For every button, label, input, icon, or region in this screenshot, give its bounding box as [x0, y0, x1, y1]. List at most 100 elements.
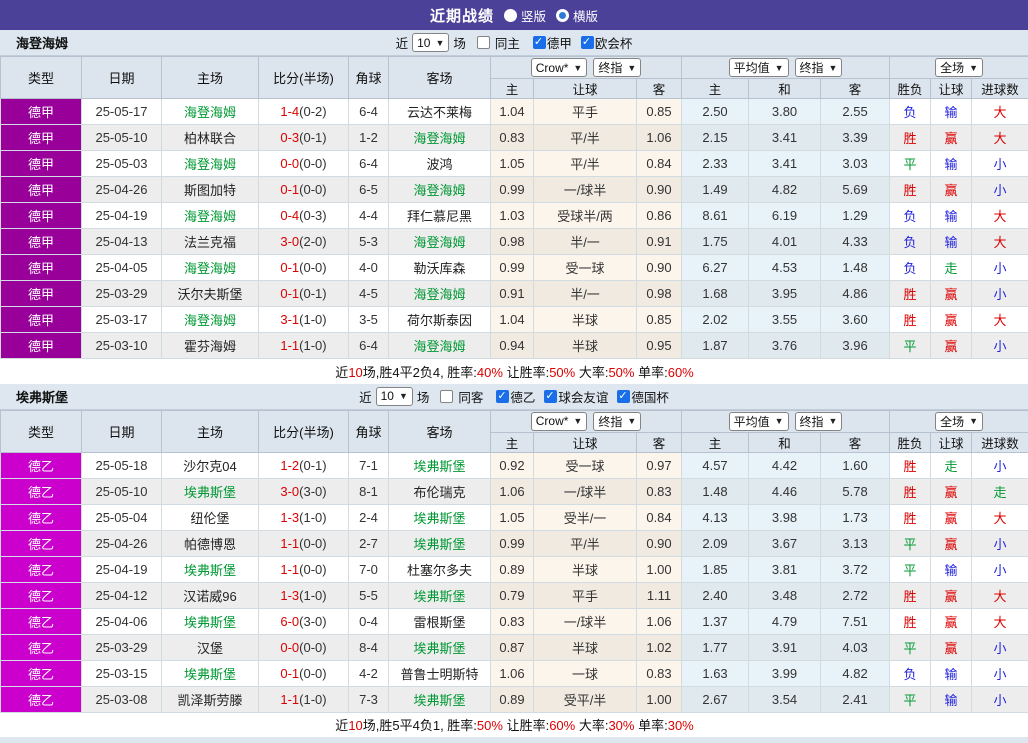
fulltime-score: 0-1: [280, 260, 299, 275]
handicap-line: 一球: [534, 660, 637, 686]
avg-draw: 3.55: [749, 307, 821, 333]
same-venue-checkbox[interactable]: [440, 390, 453, 403]
home-team-link[interactable]: 法兰克福: [162, 229, 259, 255]
avg-home: 1.85: [682, 556, 749, 582]
sub-col-odds-home: 主: [491, 432, 534, 452]
score-cell: 3-1(1-0): [259, 307, 349, 333]
fulltime-select[interactable]: 全场▼: [935, 58, 983, 77]
result-handicap: 赢: [931, 582, 972, 608]
home-team-link[interactable]: 海登海姆: [162, 151, 259, 177]
home-team-link[interactable]: 埃弗斯堡: [162, 608, 259, 634]
away-team-link[interactable]: 勒沃库森: [389, 255, 491, 281]
average-time-select[interactable]: 终指▼: [795, 58, 843, 77]
avg-draw: 4.82: [749, 177, 821, 203]
radio-horizontal-icon[interactable]: [556, 9, 569, 22]
league-checkbox[interactable]: [533, 36, 546, 49]
radio-vertical-icon[interactable]: [504, 9, 517, 22]
away-team-link[interactable]: 杜塞尔多夫: [389, 556, 491, 582]
away-team-link[interactable]: 云达不莱梅: [389, 99, 491, 125]
col-corner: 角球: [349, 57, 389, 99]
result-win-draw-loss: 胜: [890, 582, 931, 608]
home-team-link[interactable]: 埃弗斯堡: [162, 556, 259, 582]
away-team-link[interactable]: 埃弗斯堡: [389, 582, 491, 608]
away-team-link[interactable]: 荷尔斯泰因: [389, 307, 491, 333]
corner-score: 4-0: [349, 255, 389, 281]
away-team-link[interactable]: 埃弗斯堡: [389, 634, 491, 660]
handicap-line: 平/半: [534, 530, 637, 556]
radio-vertical-option[interactable]: 竖版: [504, 6, 546, 25]
home-team-link[interactable]: 海登海姆: [162, 307, 259, 333]
odds-away: 0.83: [637, 478, 682, 504]
match-date: 25-05-10: [82, 125, 162, 151]
home-team-link[interactable]: 斯图加特: [162, 177, 259, 203]
odds-home: 0.79: [491, 582, 534, 608]
same-venue-checkbox[interactable]: [477, 36, 490, 49]
home-team-link[interactable]: 沃尔夫斯堡: [162, 281, 259, 307]
away-team-link[interactable]: 波鸿: [389, 151, 491, 177]
odds-home: 0.94: [491, 333, 534, 359]
away-team-link[interactable]: 海登海姆: [389, 177, 491, 203]
away-team-link[interactable]: 雷根斯堡: [389, 608, 491, 634]
sub-col-avg-away: 客: [821, 432, 890, 452]
away-team-link[interactable]: 布伦瑞克: [389, 478, 491, 504]
home-team-link[interactable]: 纽伦堡: [162, 504, 259, 530]
result-goals: 小: [972, 151, 1028, 177]
result-goals: 走: [972, 478, 1028, 504]
result-handicap: 赢: [931, 530, 972, 556]
bookmaker-select[interactable]: Crow*▼: [531, 58, 588, 77]
league-checkbox[interactable]: [617, 390, 630, 403]
match-count-select[interactable]: 10 ▼: [412, 33, 449, 52]
home-team-link[interactable]: 凯泽斯劳滕: [162, 686, 259, 712]
home-team-link[interactable]: 汉堡: [162, 634, 259, 660]
home-team-link[interactable]: 汉诺威96: [162, 582, 259, 608]
fulltime-score: 3-0: [280, 484, 299, 499]
average-select[interactable]: 平均值▼: [729, 58, 789, 77]
away-team-link[interactable]: 埃弗斯堡: [389, 530, 491, 556]
bookmaker-select[interactable]: Crow*▼: [531, 412, 588, 431]
odds-time-select[interactable]: 终指▼: [593, 58, 641, 77]
home-team-link[interactable]: 帕德博恩: [162, 530, 259, 556]
fulltime-select[interactable]: 全场▼: [935, 412, 983, 431]
avg-home: 1.68: [682, 281, 749, 307]
match-row: 德乙25-03-08凯泽斯劳滕1-1(1-0)7-3埃弗斯堡0.89受平/半1.…: [1, 686, 1028, 712]
home-team-link[interactable]: 柏林联合: [162, 125, 259, 151]
home-team-link[interactable]: 海登海姆: [162, 203, 259, 229]
league-checkbox[interactable]: [581, 36, 594, 49]
home-team-link[interactable]: 埃弗斯堡: [162, 660, 259, 686]
avg-draw: 6.19: [749, 203, 821, 229]
fulltime-score: 3-0: [280, 234, 299, 249]
halftime-score: (1-0): [299, 588, 326, 603]
home-team-link[interactable]: 霍芬海姆: [162, 333, 259, 359]
home-team-link[interactable]: 海登海姆: [162, 255, 259, 281]
match-count-select[interactable]: 10 ▼: [376, 387, 413, 406]
away-team-link[interactable]: 海登海姆: [389, 229, 491, 255]
radio-horizontal-option[interactable]: 横版: [556, 6, 598, 25]
average-time-select[interactable]: 终指▼: [795, 412, 843, 431]
home-team-link[interactable]: 埃弗斯堡: [162, 478, 259, 504]
league-checkbox[interactable]: [544, 390, 557, 403]
away-team-link[interactable]: 拜仁慕尼黑: [389, 203, 491, 229]
league-checkbox[interactable]: [496, 390, 509, 403]
away-team-link[interactable]: 普鲁士明斯特: [389, 660, 491, 686]
away-team-link[interactable]: 海登海姆: [389, 125, 491, 151]
away-team-link[interactable]: 海登海姆: [389, 333, 491, 359]
handicap-line: 受一球: [534, 255, 637, 281]
fulltime-score: 0-0: [280, 156, 299, 171]
halftime-score: (1-0): [299, 312, 326, 327]
away-team-link[interactable]: 埃弗斯堡: [389, 452, 491, 478]
corner-score: 2-4: [349, 504, 389, 530]
result-goals: 大: [972, 504, 1028, 530]
score-cell: 0-1(0-1): [259, 281, 349, 307]
handicap-line: 一/球半: [534, 478, 637, 504]
avg-away: 3.13: [821, 530, 890, 556]
away-team-link[interactable]: 埃弗斯堡: [389, 504, 491, 530]
home-team-link[interactable]: 沙尔克04: [162, 452, 259, 478]
average-select[interactable]: 平均值▼: [729, 412, 789, 431]
home-team-link[interactable]: 海登海姆: [162, 99, 259, 125]
result-goals: 小: [972, 660, 1028, 686]
away-team-link[interactable]: 埃弗斯堡: [389, 686, 491, 712]
odds-away: 0.85: [637, 307, 682, 333]
away-team-link[interactable]: 海登海姆: [389, 281, 491, 307]
odds-time-select[interactable]: 终指▼: [593, 412, 641, 431]
league-badge: 德乙: [1, 582, 82, 608]
